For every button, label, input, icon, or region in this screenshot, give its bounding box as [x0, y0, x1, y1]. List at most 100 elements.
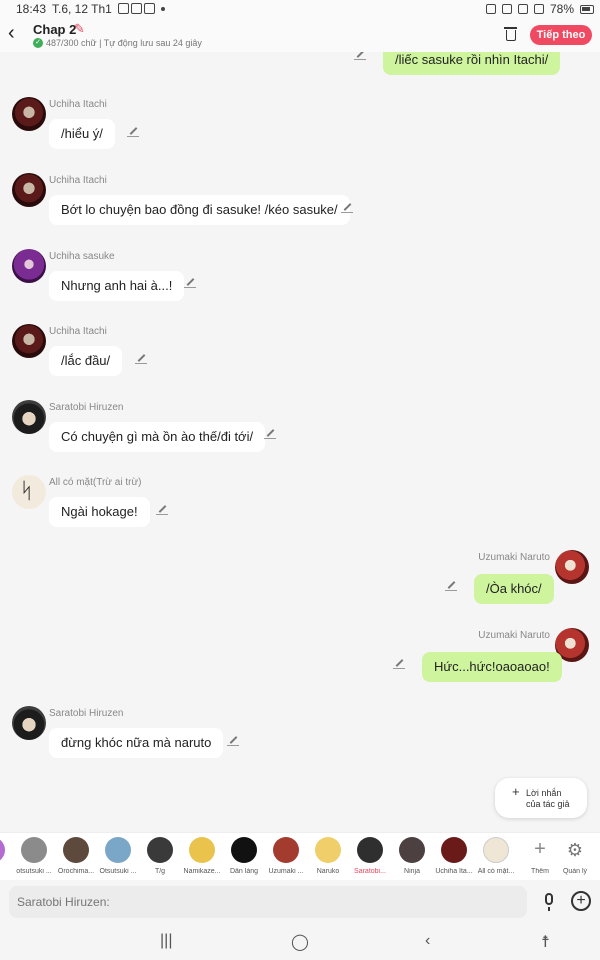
signal-icon: [533, 4, 544, 14]
composer: +: [0, 880, 600, 924]
trash-button[interactable]: [502, 25, 520, 43]
status-time: 18:43: [16, 2, 47, 16]
manage-characters-button[interactable]: ⚙ Quản lý: [555, 837, 595, 875]
avatar-all[interactable]: [12, 475, 46, 509]
gear-icon: ⚙: [566, 840, 584, 860]
avatar-itachi[interactable]: [12, 97, 46, 131]
edit-message-icon[interactable]: [156, 503, 168, 515]
sender-name: Uchiha sasuke: [49, 251, 115, 262]
character-avatar: [315, 837, 341, 863]
character-avatar: [63, 837, 89, 863]
chat-area[interactable]: /liếc sasuke rồi nhìn Itachi/ Uchiha Ita…: [0, 52, 600, 832]
edit-message-icon[interactable]: [341, 201, 353, 213]
character-bar[interactable]: otsutsuki ... Orochima... Otsutsuki ... …: [0, 832, 600, 880]
edit-message-icon[interactable]: [127, 125, 139, 137]
message-input[interactable]: [9, 886, 527, 918]
facebook-icon: [131, 3, 142, 14]
edit-message-icon[interactable]: [227, 734, 239, 746]
character-avatar: [189, 837, 215, 863]
character-avatar: [0, 837, 5, 863]
message-bubble[interactable]: /lắc đầu/: [49, 346, 123, 376]
nav-back-icon[interactable]: ‹: [425, 932, 430, 950]
character-avatar: [399, 837, 425, 863]
message-bubble[interactable]: /hiểu ý/: [49, 119, 115, 149]
character-avatar: [231, 837, 257, 863]
autosave-status: ✓ 487/300 chữ | Tự động lưu sau 24 giây: [33, 38, 202, 48]
sender-name: Saratobi Hiruzen: [49, 402, 124, 413]
avatar-hiruzen[interactable]: [12, 400, 46, 434]
message-bubble[interactable]: Hức...hức!oaoaoao!: [422, 652, 562, 682]
character-item-selected[interactable]: Saratobi...: [350, 837, 390, 875]
system-nav-bar: ||| ◯ ‹ ☨: [0, 924, 600, 960]
youtube-icon: [118, 3, 129, 14]
mic-icon: [545, 893, 553, 905]
sender-name: Uchiha Itachi: [49, 99, 107, 110]
home-icon[interactable]: ◯: [291, 932, 309, 952]
message-bubble[interactable]: đừng khóc nữa mà naruto: [49, 728, 224, 758]
notification-icons: [118, 3, 165, 14]
wifi-icon: [517, 4, 528, 14]
more-dot-icon: [161, 6, 165, 11]
character-avatar: [357, 837, 383, 863]
message-bubble[interactable]: Bớt lo chuyện bao đồng đi sasuke! /kéo s…: [49, 195, 350, 225]
recent-apps-icon[interactable]: |||: [160, 932, 172, 950]
character-avatar: [273, 837, 299, 863]
sender-name: Uchiha Itachi: [49, 326, 107, 337]
sender-name: Uzumaki Naruto: [478, 552, 550, 563]
edit-message-icon[interactable]: [354, 52, 366, 60]
character-avatar: [105, 837, 131, 863]
message-bubble[interactable]: Nhưng anh hai à...!: [49, 271, 185, 301]
edit-message-icon[interactable]: [184, 276, 196, 288]
title-edit-icon[interactable]: ✎: [74, 21, 85, 37]
sender-name: Uzumaki Naruto: [478, 630, 550, 641]
character-item[interactable]: Otsutsuki ...: [98, 837, 138, 875]
edit-message-icon[interactable]: [393, 657, 405, 669]
character-item[interactable]: Ninja: [392, 837, 432, 875]
plus-icon: +: [512, 784, 520, 799]
message-bubble[interactable]: Có chuyện gì mà ồn ào thế/đi tới/: [49, 422, 266, 452]
character-item[interactable]: Uzumaki ...: [266, 837, 306, 875]
character-item[interactable]: Namikaze...: [182, 837, 222, 875]
check-icon: ✓: [33, 38, 43, 48]
add-attachment-button[interactable]: +: [571, 891, 591, 911]
character-item[interactable]: Dân làng: [224, 837, 264, 875]
add-character-button[interactable]: + Thêm: [520, 837, 560, 875]
autosave-text: 487/300 chữ | Tự động lưu sau 24 giây: [46, 38, 202, 48]
status-date: T.6, 12 Th1: [52, 2, 112, 16]
battery-percent: 78%: [549, 2, 574, 16]
character-item[interactable]: Orochima...: [56, 837, 96, 875]
character-item[interactable]: T/g: [140, 837, 180, 875]
avatar-hiruzen[interactable]: [12, 706, 46, 740]
alarm-icon: [485, 4, 496, 14]
next-button[interactable]: Tiếp theo: [530, 25, 592, 45]
message-bubble[interactable]: /liếc sasuke rồi nhìn Itachi/: [383, 52, 561, 75]
edit-message-icon[interactable]: [135, 352, 147, 364]
edit-message-icon[interactable]: [445, 579, 457, 591]
edit-message-icon[interactable]: [264, 427, 276, 439]
character-item[interactable]: All có mặt...: [476, 837, 516, 875]
sender-name: Uchiha Itachi: [49, 175, 107, 186]
system-icons: 78%: [485, 2, 594, 16]
trash-icon: [504, 27, 517, 29]
avatar-itachi[interactable]: [12, 173, 46, 207]
message-bubble[interactable]: /Òa khóc/: [474, 574, 554, 604]
message-bubble[interactable]: Ngài hokage!: [49, 497, 150, 527]
mute-icon: [501, 4, 512, 14]
character-item[interactable]: Uchiha Ita...: [434, 837, 474, 875]
author-note-button[interactable]: + Lời nhắn của tác giả: [495, 778, 587, 818]
avatar-itachi[interactable]: [12, 324, 46, 358]
character-item[interactable]: otsutsuki ...: [14, 837, 54, 875]
chapter-title[interactable]: Chap 2: [33, 22, 76, 37]
character-avatar: [441, 837, 467, 863]
mic-button[interactable]: [540, 891, 558, 913]
back-button[interactable]: ‹: [8, 23, 28, 44]
character-avatar: [483, 837, 509, 863]
avatar-naruto[interactable]: [555, 550, 589, 584]
accessibility-icon[interactable]: ☨: [541, 932, 550, 952]
avatar-sasuke[interactable]: [12, 249, 46, 283]
character-avatar: [147, 837, 173, 863]
character-item[interactable]: Naruko: [308, 837, 348, 875]
character-item[interactable]: [0, 837, 12, 863]
play-icon: [144, 3, 155, 14]
sender-name: All có mặt(Trừ ai trừ): [49, 477, 142, 488]
